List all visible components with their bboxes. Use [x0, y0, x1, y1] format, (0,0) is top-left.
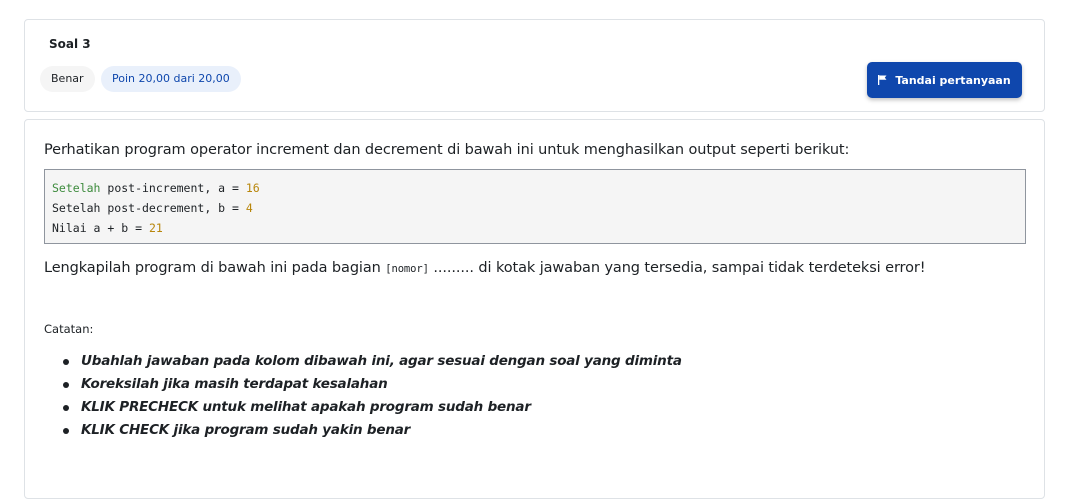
expected-output-block: Setelah post-increment, a = 16 Setelah p…	[44, 169, 1026, 244]
code-text: Nilai a + b =	[52, 221, 149, 235]
question-grade-badge: Poin 20,00 dari 20,00	[101, 66, 241, 92]
notes-label: Catatan:	[44, 322, 94, 336]
code-line: Nilai a + b = 21	[52, 218, 1018, 238]
instruction-text: Lengkapilah program di bawah ini pada ba…	[44, 260, 386, 276]
code-keyword: Setelah	[52, 181, 101, 195]
question-info-card: Soal 3 Benar Poin 20,00 dari 20,00 Tanda…	[24, 19, 1045, 112]
placeholder-code: [nomor]	[385, 263, 429, 275]
question-state-badge: Benar	[40, 66, 95, 92]
code-text: Setelah post-decrement, b =	[52, 201, 246, 215]
bullet-icon	[63, 382, 69, 388]
code-number: 16	[245, 181, 260, 195]
code-number: 4	[245, 201, 253, 215]
instruction-dots: .........	[428, 260, 479, 276]
note-text: KLIK CHECK jika program sudah yakin bena…	[81, 422, 411, 438]
code-text: post-increment, a =	[100, 181, 246, 195]
code-number: 21	[148, 221, 163, 235]
question-instruction: Lengkapilah program di bawah ini pada ba…	[44, 260, 926, 276]
notes-list: Ubahlah jawaban pada kolom dibawah ini, …	[61, 350, 961, 442]
bullet-icon	[63, 428, 69, 434]
list-item: Ubahlah jawaban pada kolom dibawah ini, …	[61, 350, 961, 373]
flag-question-label: Tandai pertanyaan	[895, 73, 1011, 87]
note-text: Ubahlah jawaban pada kolom dibawah ini, …	[81, 353, 682, 369]
list-item: KLIK CHECK jika program sudah yakin bena…	[61, 419, 961, 442]
note-text: KLIK PRECHECK untuk melihat apakah progr…	[81, 399, 531, 415]
list-item: KLIK PRECHECK untuk melihat apakah progr…	[61, 396, 961, 419]
code-line: Setelah post-increment, a = 16	[52, 178, 1018, 198]
bullet-icon	[63, 359, 69, 365]
list-item: Koreksilah jika masih terdapat kesalahan	[61, 373, 961, 396]
question-intro: Perhatikan program operator increment da…	[44, 142, 850, 158]
flag-question-button[interactable]: Tandai pertanyaan	[867, 62, 1022, 98]
question-content-card: Perhatikan program operator increment da…	[24, 119, 1045, 499]
flag-icon	[878, 75, 887, 85]
note-text: Koreksilah jika masih terdapat kesalahan	[81, 376, 388, 392]
code-line: Setelah post-decrement, b = 4	[52, 198, 1018, 218]
question-number: Soal 3	[49, 37, 91, 51]
instruction-text-end: di kotak jawaban yang tersedia, sampai t…	[478, 260, 926, 276]
bullet-icon	[63, 405, 69, 411]
